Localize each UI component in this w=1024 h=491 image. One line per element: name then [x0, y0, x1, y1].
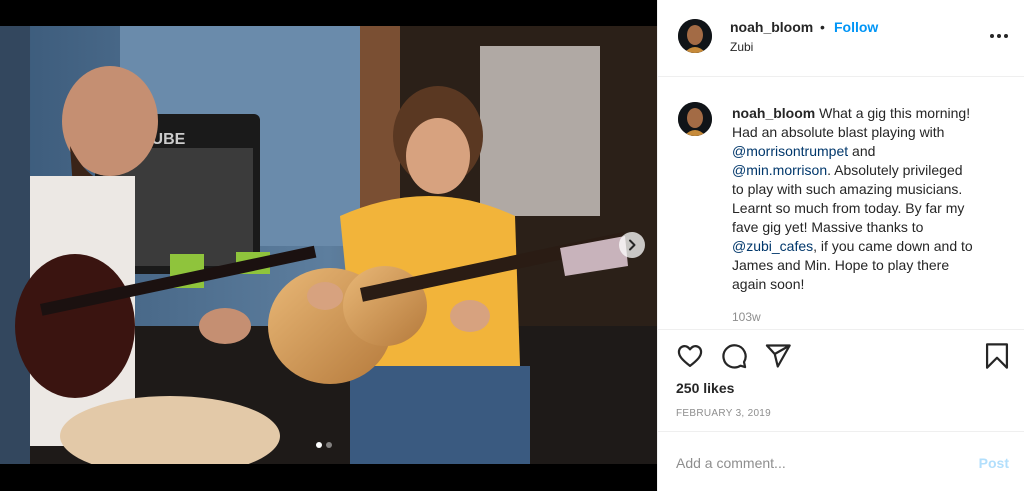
- more-options-icon[interactable]: [990, 34, 1008, 38]
- avatar[interactable]: [678, 19, 712, 53]
- caption-line: @zubi_cafes, if you came down and to: [732, 237, 1014, 256]
- post-actions: 250 likes February 3, 2019: [658, 330, 1024, 432]
- post-date: February 3, 2019: [676, 408, 772, 419]
- bookmark-icon: [985, 343, 1009, 369]
- mention-link[interactable]: @min.morrison: [732, 162, 827, 178]
- caption-text: . Absolutely privileged: [827, 162, 963, 178]
- mention-link[interactable]: @morrisontrumpet: [732, 143, 848, 159]
- caption-avatar[interactable]: [678, 102, 712, 136]
- header-username[interactable]: noah_bloom: [730, 19, 813, 35]
- carousel-dot-active: [316, 442, 322, 448]
- photo-image: CUBE: [0, 26, 657, 464]
- heart-icon: [677, 344, 703, 368]
- mention-link[interactable]: @zubi_cafes: [732, 238, 813, 254]
- caption-line: noah_bloom What a gig this morning!: [732, 104, 1014, 123]
- caption-username[interactable]: noah_bloom: [732, 105, 815, 121]
- post-caption: noah_bloom What a gig this morning! Had …: [732, 104, 1014, 294]
- post-comment-button[interactable]: Post: [979, 455, 1009, 471]
- separator-dot: •: [820, 19, 825, 35]
- post-side-panel: noah_bloom • Follow Zubi noah_bloom What…: [657, 0, 1024, 491]
- like-button[interactable]: [676, 342, 704, 375]
- caption-line: Learnt so much from today. By far my: [732, 200, 965, 216]
- caption-text: , if you came down and to: [813, 238, 973, 254]
- post-header: noah_bloom • Follow Zubi: [658, 0, 1024, 77]
- chevron-right-icon: [629, 239, 636, 251]
- caption-line: @morrisontrumpet and: [732, 142, 1014, 161]
- follow-button[interactable]: Follow: [834, 19, 878, 35]
- caption-line: James and Min. Hope to play there: [732, 257, 950, 273]
- location-link[interactable]: Zubi: [730, 40, 753, 54]
- carousel-next-button[interactable]: [619, 232, 645, 258]
- caption-text: and: [852, 143, 876, 159]
- comments-section: noah_bloom What a gig this morning! Had …: [658, 77, 1024, 330]
- avatar-image: [678, 102, 712, 136]
- comment-bubble-icon: [722, 344, 747, 369]
- likes-count[interactable]: 250 likes: [676, 380, 734, 396]
- more-dot: [1004, 34, 1008, 38]
- save-button[interactable]: [984, 342, 1010, 375]
- share-button[interactable]: [764, 342, 792, 375]
- post-photo[interactable]: CUBE: [0, 26, 657, 464]
- carousel-dot: [326, 442, 332, 448]
- caption-line: to play with such amazing musicians.: [732, 181, 963, 197]
- caption-text: What a gig this morning!: [819, 105, 971, 121]
- caption-line: again soon!: [732, 276, 805, 292]
- caption-line: Had an absolute blast playing with: [732, 124, 945, 140]
- comment-button[interactable]: [720, 342, 748, 375]
- avatar-image: [678, 19, 712, 53]
- caption-line: @min.morrison. Absolutely privileged: [732, 161, 1014, 180]
- comment-input[interactable]: [676, 452, 956, 474]
- post-time-ago[interactable]: 103w: [732, 310, 761, 324]
- add-comment-section: Post: [658, 432, 1024, 491]
- more-dot: [990, 34, 994, 38]
- more-dot: [997, 34, 1001, 38]
- paper-plane-icon: [765, 344, 791, 368]
- carousel-dots: [316, 442, 332, 448]
- caption-line: fave gig yet! Massive thanks to: [732, 219, 924, 235]
- post-media: CUBE: [0, 0, 657, 491]
